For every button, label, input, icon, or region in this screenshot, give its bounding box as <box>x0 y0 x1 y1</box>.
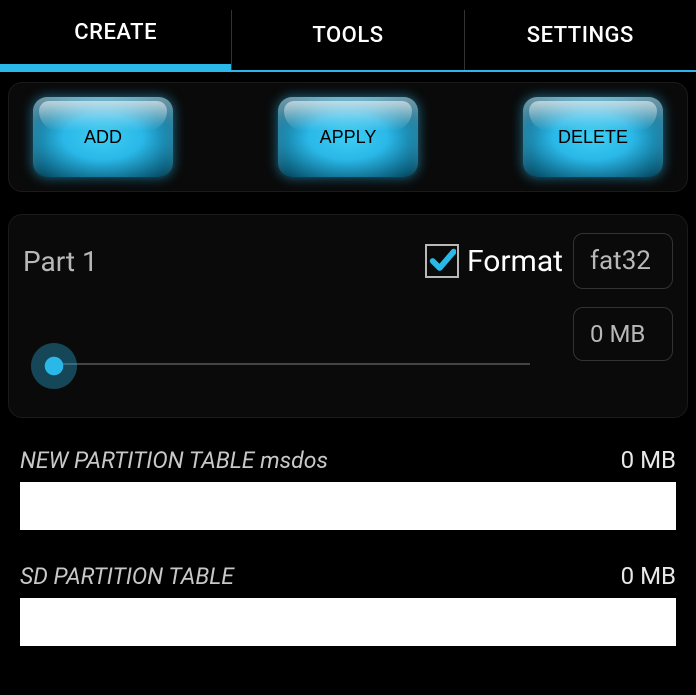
table-size: 0 MB <box>621 446 676 474</box>
add-button[interactable]: ADD <box>33 97 173 177</box>
partition-size[interactable]: 0 MB <box>573 307 673 361</box>
format-checkbox-group: Format <box>425 244 563 279</box>
tab-tools[interactable]: TOOLS <box>232 0 463 70</box>
table-title: NEW PARTITION TABLE msdos <box>20 447 328 474</box>
tab-settings[interactable]: SETTINGS <box>465 0 696 70</box>
table-block: NEW PARTITION TABLE msdos 0 MB <box>20 446 676 530</box>
tab-bar: CREATE TOOLS SETTINGS <box>0 0 696 72</box>
format-checkbox[interactable] <box>425 244 459 278</box>
filesystem-dropdown[interactable]: fat32 <box>573 233 673 289</box>
table-size: 0 MB <box>621 562 676 590</box>
tab-create[interactable]: CREATE <box>0 0 231 72</box>
size-slider[interactable] <box>23 339 530 389</box>
table-title: SD PARTITION TABLE <box>20 563 234 590</box>
partition-tables: NEW PARTITION TABLE msdos 0 MB SD PARTIT… <box>20 446 676 646</box>
slider-track <box>51 363 530 365</box>
action-panel: ADD APPLY DELETE <box>8 82 688 192</box>
apply-button[interactable]: APPLY <box>278 97 418 177</box>
check-icon <box>428 247 456 275</box>
partition-panel: Part 1 Format fat32 0 MB <box>8 214 688 418</box>
table-block: SD PARTITION TABLE 0 MB <box>20 562 676 646</box>
partition-label: Part 1 <box>23 245 415 278</box>
format-label: Format <box>467 244 563 279</box>
delete-button[interactable]: DELETE <box>523 97 663 177</box>
table-bar[interactable] <box>20 482 676 530</box>
table-bar[interactable] <box>20 598 676 646</box>
slider-thumb[interactable] <box>31 343 77 389</box>
